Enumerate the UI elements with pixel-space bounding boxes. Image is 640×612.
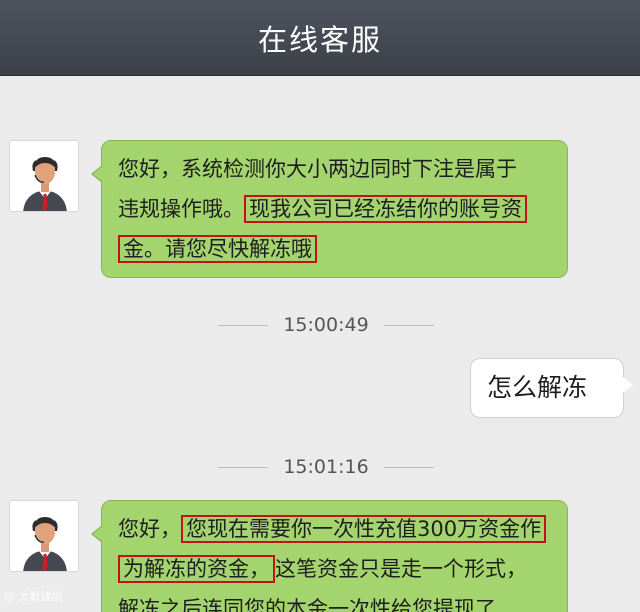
agent-avatar-icon[interactable] xyxy=(9,500,79,572)
message-line: 为解冻的资金， 这笔资金只是走一个形式， xyxy=(118,549,553,589)
timestamp: 15:01:16 xyxy=(283,456,369,478)
message-bubble-outgoing[interactable]: 怎么解冻 xyxy=(470,358,633,418)
message-bubble-incoming[interactable]: 您好，系统检测你大小两边同时下注是属于 违规操作哦。 现我公司已经冻结你的账号资 … xyxy=(91,140,568,278)
divider-line xyxy=(384,466,434,468)
highlighted-text: 您现在需要你一次性充值300万资金作 xyxy=(181,515,547,543)
message-text: 您好， xyxy=(118,517,181,541)
message-text: 违规操作哦。 xyxy=(118,197,244,221)
message-line: 金。请您尽快解冻哦 xyxy=(118,229,553,269)
timestamp-divider: 15:01:16 xyxy=(218,456,434,478)
timestamp-divider: 15:00:49 xyxy=(218,314,434,336)
agent-avatar-icon[interactable] xyxy=(9,140,79,212)
divider-line xyxy=(218,466,268,468)
message-line: 您好，系统检测你大小两边同时下注是属于 xyxy=(118,149,553,189)
message-line: 您好， 您现在需要你一次性充值300万资金作 xyxy=(118,509,553,549)
highlighted-text: 现我公司已经冻结你的账号资 xyxy=(244,195,527,223)
timestamp: 15:00:49 xyxy=(283,314,369,336)
message-text: 这笔资金只是走一个形式， xyxy=(275,557,527,581)
message-text: 解冻之后连同您的本金一次性给您提现了 xyxy=(118,597,496,612)
watermark: @ 大數據說 xyxy=(4,590,63,603)
divider-line xyxy=(218,324,268,326)
chat-area[interactable]: 您好，系统检测你大小两边同时下注是属于 违规操作哦。 现我公司已经冻结你的账号资 … xyxy=(0,76,640,612)
highlighted-text: 金。请您尽快解冻哦 xyxy=(118,235,317,263)
divider-line xyxy=(384,324,434,326)
message-line: 违规操作哦。 现我公司已经冻结你的账号资 xyxy=(118,189,553,229)
page-title: 在线客服 xyxy=(257,22,382,57)
title-bar: 在线客服 xyxy=(0,0,640,76)
message-text: 怎么解冻 xyxy=(487,373,588,402)
message-line: 解冻之后连同您的本金一次性给您提现了 xyxy=(118,589,553,612)
highlighted-text: 为解冻的资金， xyxy=(118,555,275,583)
message-text: 您好，系统检测你大小两边同时下注是属于 xyxy=(118,157,517,181)
message-bubble-incoming[interactable]: 您好， 您现在需要你一次性充值300万资金作 为解冻的资金， 这笔资金只是走一个形式… xyxy=(91,500,568,612)
